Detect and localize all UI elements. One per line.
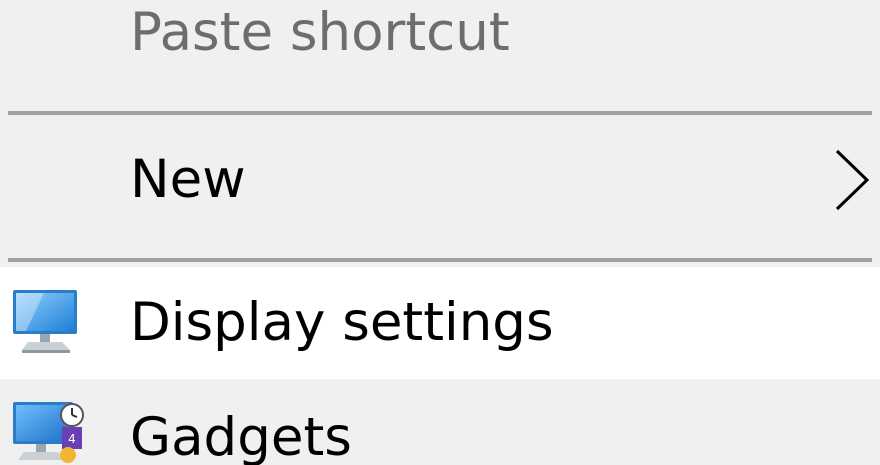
menu-item-label: Display settings [130,292,554,353]
menu-item-label: Paste shortcut [130,2,510,63]
chevron-right-icon [835,149,870,211]
svg-text:4: 4 [68,432,76,446]
display-icon [13,290,77,353]
menu-item-label: Gadgets [130,407,352,465]
menu-separator [8,258,872,262]
context-menu: Paste shortcut New Display settings 4 Ga… [0,0,880,465]
menu-item-label: New [130,149,246,210]
gadgets-icon: 4 [13,402,84,463]
menu-item-new[interactable]: New [0,115,880,258]
menu-item-paste-shortcut: Paste shortcut [0,0,880,105]
menu-item-display-settings[interactable]: Display settings [0,267,880,379]
menu-item-gadgets[interactable]: 4 Gadgets [0,379,880,465]
